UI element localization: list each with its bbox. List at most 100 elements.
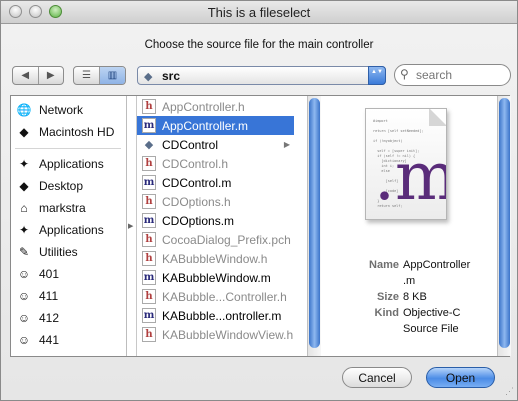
file-row[interactable]: m CDControl.m (137, 173, 294, 192)
sidebar-item-label: Network (39, 103, 84, 117)
sidebar-item-411[interactable]: ☺ 411 (15, 286, 58, 306)
info-key: Kind (374, 307, 399, 319)
scrollbar-thumb[interactable] (499, 98, 510, 348)
header-file-icon: h (142, 327, 156, 342)
resize-grip-icon[interactable]: ⋰ (505, 386, 514, 397)
file-name: KABubbleWindowView.h (162, 327, 294, 342)
desktop-icon: ◆ (19, 179, 29, 193)
source-file-icon: m (142, 213, 156, 228)
file-name: KABubble...Controller.h (162, 289, 287, 304)
preview-scrollbar[interactable] (497, 96, 511, 356)
info-row-kind-cont: Source File (321, 323, 497, 339)
sidebar-item-markstra[interactable]: ⌂ markstra (15, 198, 85, 218)
file-name: CDOptions.m (162, 213, 235, 228)
file-row[interactable]: m AppController.m (137, 116, 294, 135)
file-name: AppController.h (162, 99, 245, 114)
scrollbar-thumb[interactable] (309, 98, 320, 348)
location-popup[interactable]: ◆ src ▲▼ (137, 66, 386, 85)
file-row[interactable]: h CDOptions.h (137, 192, 294, 211)
file-name: KABubbleWindow.h (162, 251, 268, 266)
search-field[interactable]: ⚲ (394, 64, 511, 86)
location-label: src (162, 69, 181, 83)
header-file-icon: h (142, 232, 156, 247)
portrait-icon: ☺ (17, 289, 31, 303)
file-row[interactable]: h AppController.h (137, 97, 294, 116)
sidebar-item-desktop[interactable]: ◆ Desktop (15, 176, 83, 196)
info-row-size: Size 8 KB (321, 291, 497, 307)
file-row[interactable]: h CDControl.h (137, 154, 294, 173)
info-value: Source File (403, 323, 459, 335)
file-row[interactable]: m KABubbleWindow.m (137, 268, 294, 287)
back-forward-control: ◀ ▶ (12, 66, 64, 85)
sidebar-item-label: 401 (39, 267, 60, 281)
info-key: Name (369, 259, 399, 271)
sidebar-item-412[interactable]: ☺ 412 (15, 308, 59, 328)
file-row[interactable]: h KABubbleWindowView.h (137, 325, 294, 344)
sidebar-item-441[interactable]: ☺ 441 (15, 330, 59, 350)
sidebar-item-label: Applications (39, 157, 104, 171)
sidebar-item-label: 441 (39, 333, 60, 347)
back-button[interactable]: ◀ (13, 67, 38, 84)
portrait-icon: ☺ (17, 333, 31, 347)
sidebar-item-label: Macintosh HD (39, 125, 115, 139)
home-icon: ⌂ (20, 201, 28, 215)
folder-icon: ◆ (144, 138, 154, 151)
info-row-name: Name AppController (321, 259, 497, 275)
column-resize-handle[interactable]: ▶ (128, 222, 133, 230)
search-input[interactable] (414, 67, 508, 83)
utilities-icon: ✎ (18, 245, 30, 259)
cancel-button[interactable]: Cancel (342, 367, 412, 388)
window-title: This is a fileselect (207, 5, 311, 20)
file-row[interactable]: m CDOptions.m (137, 211, 294, 230)
header-file-icon: h (142, 99, 156, 114)
sidebar-item-applications-2[interactable]: ✦ Applications (15, 220, 104, 240)
sidebar-item-utilities[interactable]: ✎ Utilities (15, 242, 78, 262)
folder-icon: ◆ (144, 71, 153, 83)
info-row-kind: Kind Objective-C (321, 307, 497, 323)
network-globe-icon: 🌐 (16, 103, 32, 117)
sidebar: 🌐 Network ◆ Macintosh HD ✦ Applications … (11, 96, 127, 356)
file-row[interactable]: m KABubble...ontroller.m (137, 306, 294, 325)
sidebar-item-label: Applications (39, 223, 104, 237)
source-file-preview-icon: #import return [self setNeeded]; if (!my… (365, 108, 447, 220)
open-button[interactable]: Open (426, 367, 495, 388)
header-file-icon: h (142, 156, 156, 171)
header-file-icon: h (142, 194, 156, 209)
dialog-prompt: Choose the source file for the main cont… (144, 39, 374, 51)
sidebar-item-applications[interactable]: ✦ Applications (15, 154, 104, 174)
header-file-icon: h (142, 289, 156, 304)
column-view-button[interactable]: ▥ (99, 67, 125, 84)
file-row[interactable]: h KABubbleWindow.h (137, 249, 294, 268)
list-view-button[interactable]: ☰ (74, 67, 99, 84)
browser-panel: 🌐 Network ◆ Macintosh HD ✦ Applications … (10, 95, 511, 357)
file-name: KABubble...ontroller.m (162, 308, 282, 323)
preview-pane: #import return [self setNeeded]; if (!my… (321, 96, 497, 356)
sidebar-item-label: 412 (39, 311, 60, 325)
file-row[interactable]: h KABubble...Controller.h (137, 287, 294, 306)
sidebar-item-network[interactable]: 🌐 Network (15, 100, 84, 120)
source-file-icon: m (142, 175, 156, 190)
source-file-icon: m (142, 270, 156, 285)
portrait-icon: ☺ (17, 311, 31, 325)
portrait-icon: ☺ (17, 267, 31, 281)
file-name: AppController.m (162, 118, 249, 133)
header-file-icon: h (142, 251, 156, 266)
file-column: h AppController.h m AppController.m ◆ CDContr… (136, 96, 307, 356)
info-value: .m (403, 275, 416, 287)
file-name: CDControl.m (162, 175, 232, 190)
sidebar-item-401[interactable]: ☺ 401 (15, 264, 59, 284)
source-file-icon: m (142, 118, 156, 133)
forward-button[interactable]: ▶ (37, 67, 64, 84)
search-icon: ⚲ (400, 67, 409, 81)
file-column-scrollbar[interactable] (307, 96, 321, 356)
applications-icon: ✦ (18, 157, 30, 171)
title-bar: This is a fileselect (1, 1, 517, 24)
file-name: CocoaDialog_Prefix.pch (162, 232, 291, 247)
sidebar-item-macintosh-hd[interactable]: ◆ Macintosh HD (15, 122, 114, 142)
file-row[interactable]: h CocoaDialog_Prefix.pch (137, 230, 294, 249)
source-file-icon: m (142, 308, 156, 323)
folder-row[interactable]: ◆ CDControl ▶ (137, 135, 294, 154)
file-name: CDOptions.h (162, 194, 231, 209)
info-row-name-cont: .m (321, 275, 497, 291)
file-name: CDControl (162, 137, 219, 152)
